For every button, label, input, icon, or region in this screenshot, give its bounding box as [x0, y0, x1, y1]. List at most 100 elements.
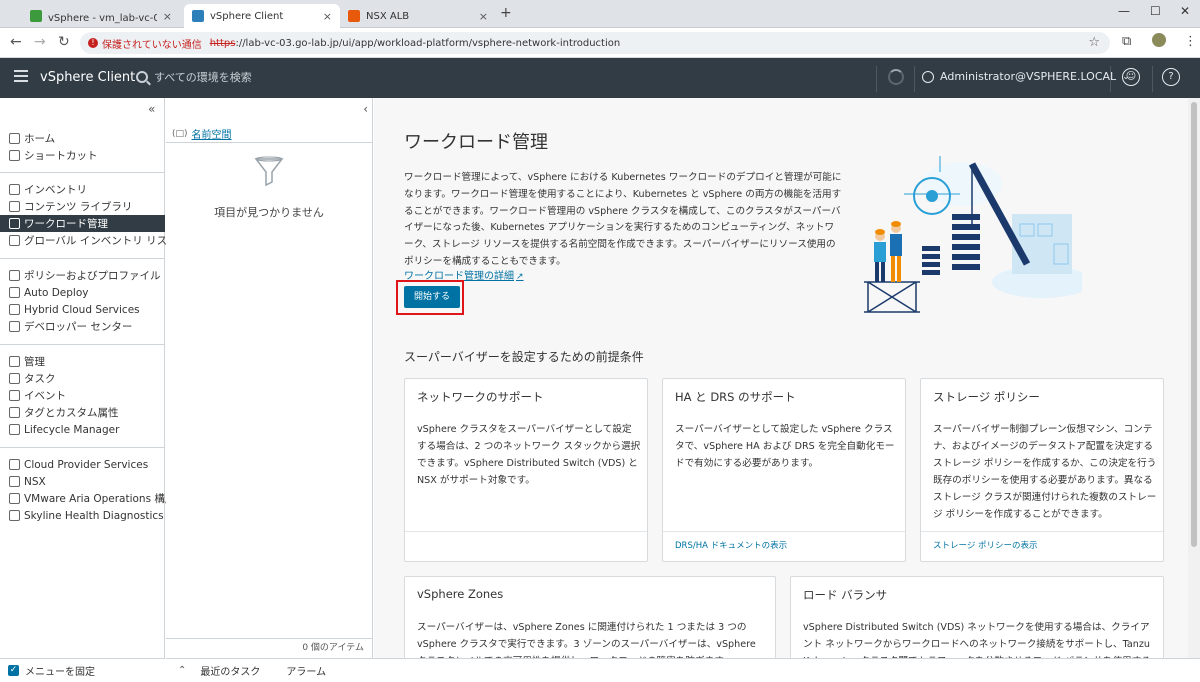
user-icon	[922, 70, 934, 83]
page-title: ワークロード管理	[404, 132, 548, 153]
extensions-icon[interactable]: ⧉	[1122, 34, 1131, 49]
nav-group-home: ホーム ショートカット	[0, 130, 165, 164]
sidebar-item-hybrid-cloud-services[interactable]: Hybrid Cloud Services	[0, 301, 165, 318]
new-tab-icon[interactable]: +	[500, 5, 512, 21]
browser-tab-strip: vSphere - vm_lab-vc-03 - 仮想マ × vSphere C…	[0, 0, 1200, 28]
empty-filter-funnel-icon	[254, 156, 284, 187]
global-search-input[interactable]: すべての環境を検索	[136, 69, 252, 85]
header-divider	[1110, 66, 1111, 92]
sidebar-divider	[0, 447, 165, 448]
developer-center-icon	[9, 321, 20, 332]
sidebar-item-label: ホーム	[24, 133, 56, 145]
close-tab-icon[interactable]: ×	[323, 10, 332, 23]
load-balancer-card: ロード バランサ vSphere Distributed Switch (VDS…	[790, 576, 1164, 658]
maximize-window-icon[interactable]: ☐	[1150, 4, 1161, 18]
intro-description: ワークロード管理によって、vSphere における Kubernetes ワーク…	[404, 172, 842, 267]
sidebar-item-cloud-provider-services[interactable]: Cloud Provider Services	[0, 456, 165, 473]
lifecycle-manager-icon	[9, 424, 20, 435]
pin-menu-checkbox[interactable]: ✓	[8, 665, 19, 676]
bookmark-star-icon[interactable]: ☆	[1088, 35, 1100, 50]
card-footer	[405, 531, 647, 561]
security-indicator[interactable]: ! 保護されていない通信	[88, 36, 202, 51]
sidebar-item-inventory[interactable]: インベントリ	[0, 181, 165, 198]
card-body: スーパーバイザーは、vSphere Zones に関連付けられた 1 つまたは …	[417, 622, 756, 658]
empty-state-text: 項目が見つかりません	[214, 206, 324, 219]
sidebar-item-nsx[interactable]: NSX	[0, 473, 165, 490]
sidebar-item-administration[interactable]: 管理	[0, 353, 165, 370]
sidebar-item-label: Hybrid Cloud Services	[24, 303, 140, 316]
home-icon	[9, 133, 20, 144]
get-started-button[interactable]: 開始する	[404, 286, 460, 308]
workload-management-icon	[9, 218, 20, 229]
sidebar-item-tags-custom-attributes[interactable]: タグとカスタム属性	[0, 404, 165, 421]
sidebar-item-policies-profiles[interactable]: ポリシーおよびプロファイル	[0, 267, 165, 284]
events-icon	[9, 390, 20, 401]
minimize-window-icon[interactable]: —	[1118, 4, 1130, 18]
sidebar-item-shortcuts[interactable]: ショートカット	[0, 147, 165, 164]
reload-icon[interactable]: ↻	[58, 34, 70, 50]
card-title: ネットワークのサポート	[417, 390, 544, 404]
sidebar-item-label: グローバル インベントリ リスト	[24, 235, 178, 247]
sidebar-item-events[interactable]: イベント	[0, 387, 165, 404]
close-tab-icon[interactable]: ×	[479, 10, 488, 23]
hamburger-menu-icon[interactable]	[14, 70, 28, 82]
sidebar-item-developer-center[interactable]: デベロッパー センター	[0, 318, 165, 335]
profile-avatar-icon[interactable]	[1152, 33, 1166, 51]
alarms-tab[interactable]: アラーム	[286, 663, 326, 678]
sidebar-item-workload-management[interactable]: ワークロード管理	[0, 215, 165, 232]
nav-group-inventory: インベントリ コンテンツ ライブラリ ワークロード管理 グローバル インベントリ…	[0, 181, 178, 249]
tag-icon	[9, 407, 20, 418]
back-arrow-icon[interactable]: ←	[10, 34, 22, 50]
vsphere-header: vSphere Client すべての環境を検索 Administrator@V…	[0, 58, 1200, 98]
kebab-menu-icon[interactable]: ⋮	[1184, 34, 1197, 49]
sidebar-item-skyline-health[interactable]: Skyline Health Diagnostics	[0, 507, 165, 524]
item-count: 0 個のアイテム	[166, 638, 372, 658]
sidebar-item-label: Skyline Health Diagnostics	[24, 509, 164, 522]
nav-group-services: Cloud Provider Services NSX VMware Aria …	[0, 456, 175, 524]
recent-tasks-tab[interactable]: 最近のタスク	[200, 663, 260, 678]
address-bar[interactable]: ! 保護されていない通信 https ://lab-vc-03.go-lab.j…	[80, 32, 1110, 54]
main-scrollbar[interactable]	[1188, 98, 1200, 658]
chevron-up-icon[interactable]: ⌃	[178, 665, 186, 676]
auto-deploy-icon	[9, 287, 20, 298]
scrollbar-thumb[interactable]	[1191, 102, 1197, 547]
browser-tab-vsphere-client[interactable]: vSphere Client ×	[184, 4, 340, 28]
sidebar-item-label: インベントリ	[24, 184, 87, 196]
shortcuts-icon	[9, 150, 20, 161]
feedback-smiley-icon[interactable]: ☺	[1122, 68, 1140, 86]
sidebar-item-tasks[interactable]: タスク	[0, 370, 165, 387]
forward-arrow-icon[interactable]: →	[34, 34, 46, 50]
drs-ha-docs-link[interactable]: DRS/HA ドキュメントの表示	[663, 531, 905, 561]
hybrid-cloud-icon	[9, 304, 20, 315]
sidebar-item-home[interactable]: ホーム	[0, 130, 165, 147]
collapse-panel-icon[interactable]: ‹	[363, 102, 368, 116]
close-tab-icon[interactable]: ×	[163, 10, 172, 23]
sidebar-item-global-inventory-lists[interactable]: グローバル インベントリ リスト	[0, 232, 178, 249]
nav-group-policies: ポリシーおよびプロファイル Auto Deploy Hybrid Cloud S…	[0, 267, 165, 335]
browser-tab-vm[interactable]: vSphere - vm_lab-vc-03 - 仮想マ ×	[22, 4, 180, 28]
collapse-sidebar-icon[interactable]: «	[148, 102, 155, 116]
sidebar-item-lifecycle-manager[interactable]: Lifecycle Manager	[0, 421, 165, 438]
namespace-header[interactable]: (□) 名前空間	[172, 126, 232, 142]
nav-group-administration: 管理 タスク イベント タグとカスタム属性 Lifecycle Manager	[0, 353, 165, 438]
storage-policy-link[interactable]: ストレージ ポリシーの表示	[921, 531, 1163, 561]
header-divider	[914, 66, 915, 92]
card-body: スーパーバイザー制御プレーン仮想マシン、コンテナ、およびイメージのデータストア配…	[933, 424, 1157, 520]
pin-menu-toggle[interactable]: ✓ メニューを固定	[0, 658, 165, 682]
sidebar-item-content-library[interactable]: コンテンツ ライブラリ	[0, 198, 165, 215]
sidebar-item-auto-deploy[interactable]: Auto Deploy	[0, 284, 165, 301]
inventory-icon	[9, 184, 20, 195]
close-window-icon[interactable]: ✕	[1180, 4, 1190, 18]
sidebar-item-label: NSX	[24, 475, 46, 488]
sidebar-item-aria-operations[interactable]: VMware Aria Operations 構成	[0, 490, 175, 507]
browser-toolbar: ← → ↻ ! 保護されていない通信 https ://lab-vc-03.go…	[0, 28, 1200, 58]
sidebar-item-label: コンテンツ ライブラリ	[24, 201, 133, 213]
help-icon[interactable]: ?	[1162, 68, 1180, 86]
panel-divider	[166, 142, 372, 143]
ha-drs-support-card: HA と DRS のサポート スーパーバイザーとして設定した vSphere ク…	[662, 378, 906, 562]
vsphere-zones-card: vSphere Zones スーパーバイザーは、vSphere Zones に関…	[404, 576, 776, 658]
workload-management-illustration	[864, 156, 1082, 313]
card-body: vSphere クラスタをスーパーバイザーとして設定する場合は、2 つのネットワ…	[417, 424, 641, 486]
user-menu[interactable]: Administrator@VSPHERE.LOCAL ⌄	[922, 70, 1130, 83]
browser-tab-nsx-alb[interactable]: NSX ALB ×	[340, 4, 496, 28]
